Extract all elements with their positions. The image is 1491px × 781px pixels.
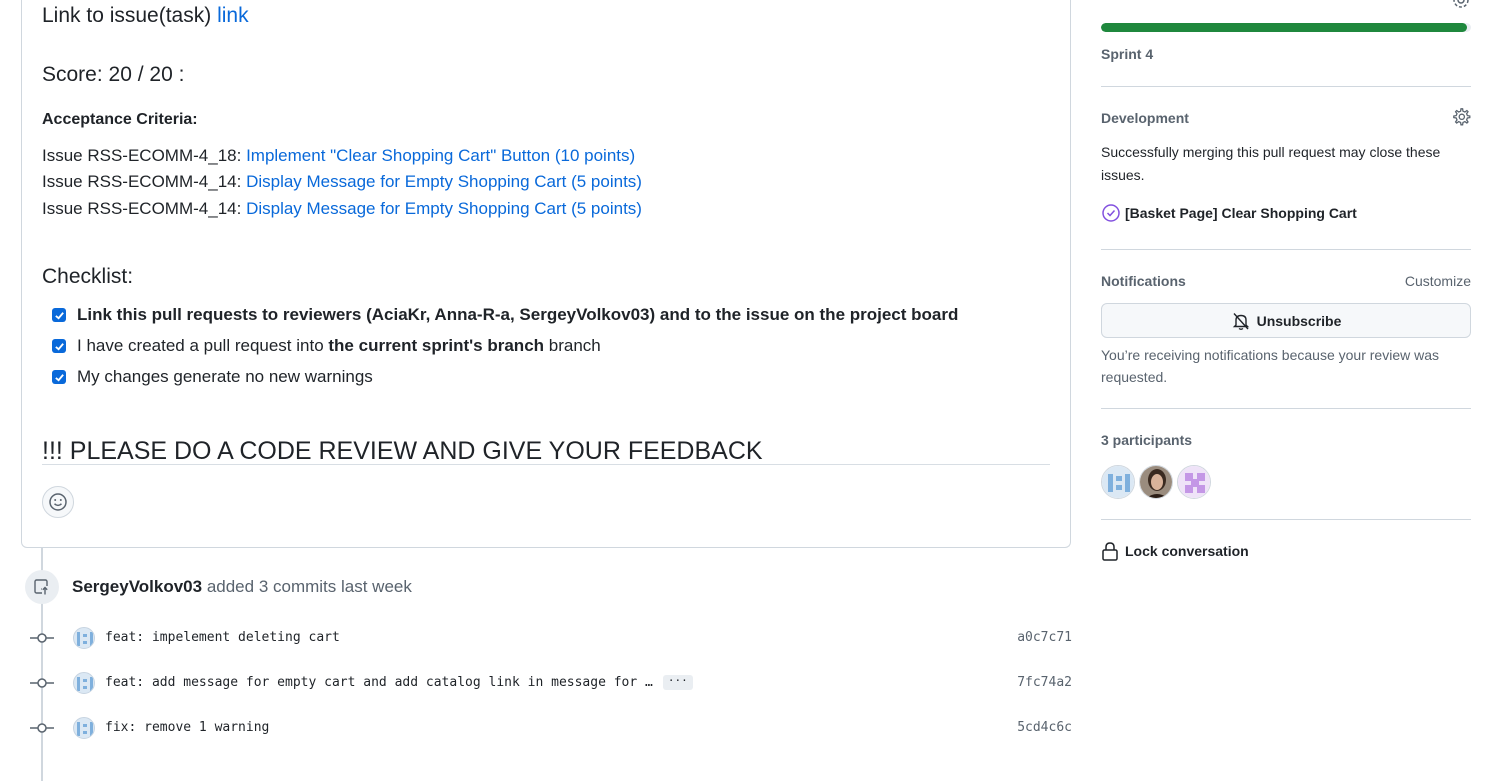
- issue-prefix: Issue RSS-ECOMM-4_18:: [42, 146, 247, 165]
- acceptance-criteria-title: Acceptance Criteria:: [42, 111, 198, 128]
- sidebar-divider: [1101, 519, 1471, 520]
- commit-message: feat: add message for empty cart and add…: [105, 675, 693, 690]
- smiley-icon: [49, 493, 67, 511]
- add-reaction-button[interactable]: [42, 486, 74, 518]
- avatar[interactable]: [73, 627, 95, 649]
- checkbox[interactable]: [52, 370, 66, 384]
- avatar[interactable]: [1101, 465, 1135, 499]
- link-heading-text: Link to issue(task): [42, 4, 218, 27]
- push-event-text: SergeyVolkov03 added 3 commits last week: [72, 577, 412, 597]
- commit-icon: [30, 678, 54, 688]
- avatar[interactable]: [1139, 465, 1173, 499]
- checklist-item: Link this pull requests to reviewers (Ac…: [52, 305, 958, 325]
- expand-commit-button[interactable]: ···: [662, 675, 693, 690]
- check-icon: [54, 373, 64, 382]
- milestone-progress-bar: [1101, 23, 1471, 32]
- sidebar-divider: [1101, 249, 1471, 250]
- lock-conversation-label: Lock conversation: [1125, 543, 1249, 559]
- checklist-item: My changes generate no new warnings: [52, 367, 373, 387]
- customize-link[interactable]: Customize: [1405, 273, 1471, 289]
- milestone-link[interactable]: Sprint 4: [1101, 46, 1153, 62]
- score-heading: Score: 20 / 20 :: [42, 63, 185, 86]
- sidebar-divider: [1101, 408, 1471, 409]
- checklist-item-label: I have created a pull request into the c…: [77, 336, 601, 356]
- push-author-link[interactable]: SergeyVolkov03: [72, 577, 202, 596]
- commit-icon: [30, 723, 54, 733]
- sidebar-divider: [1101, 86, 1471, 87]
- checklist-item-label: My changes generate no new warnings: [77, 367, 373, 386]
- repo-push-icon: [25, 570, 59, 604]
- heading-divider: [42, 464, 1050, 465]
- commit-message-link[interactable]: feat: add message for empty cart and add…: [105, 675, 653, 690]
- commit-message-link[interactable]: feat: impelement deleting cart: [105, 630, 340, 645]
- checklist-item: I have created a pull request into the c…: [52, 336, 601, 356]
- gear-icon[interactable]: [1451, 0, 1471, 10]
- checkbox[interactable]: [52, 308, 66, 322]
- avatar[interactable]: [1177, 465, 1211, 499]
- lock-conversation-button[interactable]: Lock conversation: [1101, 541, 1249, 561]
- gear-icon[interactable]: [1451, 107, 1471, 127]
- issue-link[interactable]: Display Message for Empty Shopping Cart …: [246, 199, 642, 218]
- avatar[interactable]: [73, 717, 95, 739]
- issue-prefix: Issue RSS-ECOMM-4_14:: [42, 172, 247, 191]
- commit-icon: [30, 633, 54, 643]
- development-heading: Development: [1101, 110, 1189, 126]
- pr-description-box: Link to issue(task) link Score: 20 / 20 …: [21, 0, 1071, 548]
- linked-issue-title: [Basket Page] Clear Shopping Cart: [1125, 205, 1357, 221]
- issue-line: Issue RSS-ECOMM-4_14: Display Message fo…: [42, 199, 642, 219]
- unsubscribe-button[interactable]: Unsubscribe: [1101, 303, 1471, 338]
- commit-message-link[interactable]: fix: remove 1 warning: [105, 720, 269, 735]
- issue-line: Issue RSS-ECOMM-4_14: Display Message fo…: [42, 172, 642, 192]
- issue-closed-icon: [1102, 204, 1120, 222]
- participants-heading: 3 participants: [1101, 432, 1193, 448]
- issue-line: Issue RSS-ECOMM-4_18: Implement "Clear S…: [42, 146, 635, 166]
- issue-link[interactable]: Implement "Clear Shopping Cart" Button (…: [246, 146, 635, 165]
- unsubscribe-label: Unsubscribe: [1256, 312, 1342, 329]
- development-description: Successfully merging this pull request m…: [1101, 144, 1441, 183]
- checkbox[interactable]: [52, 339, 66, 353]
- bell-slash-icon: [1232, 312, 1249, 330]
- issue-prefix: Issue RSS-ECOMM-4_14:: [42, 199, 247, 218]
- review-request-heading: !!! PLEASE DO A CODE REVIEW AND GIVE YOU…: [42, 437, 763, 465]
- linked-issue[interactable]: [Basket Page] Clear Shopping Cart: [1101, 203, 1357, 223]
- lock-icon: [1102, 542, 1118, 561]
- notifications-description: You’re receiving notifications because y…: [1101, 347, 1439, 385]
- commit-sha-link[interactable]: a0c7c71: [1017, 630, 1072, 645]
- check-icon: [54, 311, 64, 320]
- commit-row: fix: remove 1 warning 5cd4c6c: [30, 717, 1072, 739]
- push-event-desc: added 3 commits last week: [202, 577, 412, 596]
- participants-avatars: [1101, 465, 1215, 499]
- notifications-heading: Notifications: [1101, 273, 1186, 289]
- commit-row: feat: add message for empty cart and add…: [30, 672, 1072, 694]
- commit-sha-link[interactable]: 5cd4c6c: [1017, 720, 1072, 735]
- commit-row: feat: impelement deleting cart a0c7c71: [30, 627, 1072, 649]
- avatar[interactable]: [73, 672, 95, 694]
- issue-link[interactable]: Display Message for Empty Shopping Cart …: [246, 172, 642, 191]
- label-pre: I have created a pull request into: [77, 336, 329, 355]
- issue-task-link[interactable]: link: [217, 4, 249, 27]
- label-post: branch: [544, 336, 601, 355]
- link-heading: Link to issue(task) link: [42, 4, 249, 28]
- commit-sha-link[interactable]: 7fc74a2: [1017, 675, 1072, 690]
- milestone-progress-fill: [1101, 23, 1468, 32]
- checklist-item-label: Link this pull requests to reviewers (Ac…: [77, 305, 959, 324]
- checklist-heading: Checklist:: [42, 265, 134, 288]
- label-bold: the current sprint's branch: [328, 336, 545, 355]
- check-icon: [54, 342, 64, 351]
